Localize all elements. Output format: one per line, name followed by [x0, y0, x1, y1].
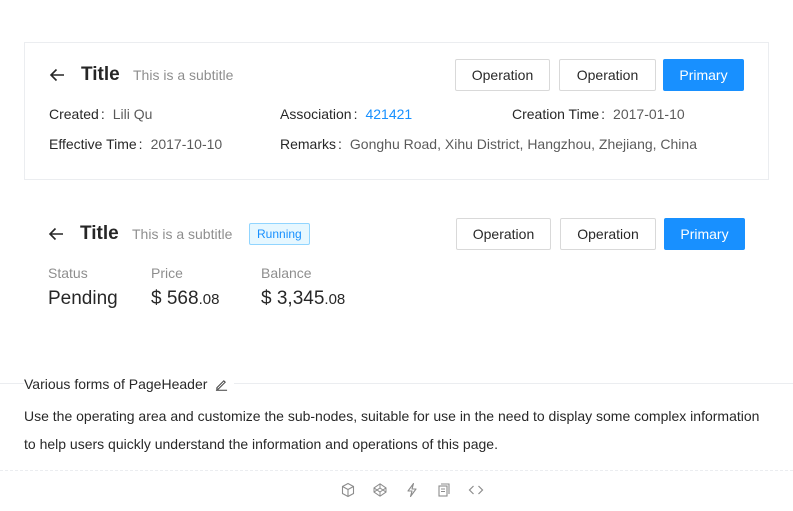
operation-button-1[interactable]: Operation [456, 218, 551, 250]
association-link[interactable]: 421421 [365, 106, 412, 122]
statistic-value: Pending [48, 288, 118, 310]
edit-icon[interactable] [215, 378, 228, 394]
description-value: Gonghu Road, Xihu District, Hangzhou, Zh… [349, 136, 697, 152]
operation-button-2[interactable]: Operation [559, 59, 656, 91]
description-creation-time: Creation Time:2017-01-10 [512, 106, 685, 122]
operation-button-1[interactable]: Operation [455, 59, 550, 91]
description-label: Effective Time [49, 136, 137, 152]
description-remarks: Remarks: Gonghu Road, Xihu District, Hang… [280, 136, 697, 152]
page-header-bordered: Title This is a subtitle Operation Opera… [24, 42, 769, 180]
dashed-divider [0, 470, 793, 471]
statistic-label: Price [151, 265, 183, 281]
description-label: Remarks [280, 136, 337, 152]
statistic-decimal: .08 [198, 291, 220, 308]
page-subtitle: This is a subtitle [132, 226, 233, 242]
page-subtitle: This is a subtitle [133, 67, 234, 83]
statistic-int: 3,345 [276, 288, 325, 309]
statistic-label: Balance [261, 265, 312, 281]
primary-button[interactable]: Primary [664, 218, 745, 250]
page-header-with-stats: Title This is a subtitle Running Operati… [24, 200, 769, 330]
description-label: Creation Time [512, 106, 600, 122]
statistic-int: 568 [166, 288, 199, 309]
description-value: 2017-10-10 [150, 136, 223, 152]
page-title: Title [81, 64, 120, 85]
codesandbox-icon[interactable] [340, 482, 356, 498]
statistic-status: Status Pending [48, 265, 118, 310]
statistic-value: $ 3,345.08 [261, 288, 345, 310]
statistic-balance: Balance $ 3,345.08 [261, 265, 345, 310]
description-label: Created [49, 106, 99, 122]
copy-icon[interactable] [436, 482, 452, 498]
description-effective-time: Effective Time:2017-10-10 [49, 136, 223, 152]
statistic-price: Price $ 568.08 [151, 265, 219, 310]
code-box-actions [340, 482, 484, 500]
back-arrow-icon[interactable] [48, 226, 66, 244]
statistic-text: Pending [48, 288, 118, 309]
description-value: 2017-01-10 [613, 106, 685, 122]
statistic-prefix: $ [261, 288, 277, 309]
statistic-prefix: $ [151, 288, 167, 309]
statistic-decimal: .08 [324, 291, 346, 308]
demo-title: Various forms of PageHeader [24, 376, 235, 394]
thunderbolt-icon[interactable] [404, 482, 420, 498]
statistic-value: $ 568.08 [151, 288, 219, 310]
demo-title-text: Various forms of PageHeader [24, 376, 208, 392]
statistic-label: Status [48, 265, 88, 281]
code-icon[interactable] [468, 482, 484, 498]
operation-button-2[interactable]: Operation [560, 218, 656, 250]
description-value: Lili Qu [112, 106, 153, 122]
description-label: Association [280, 106, 352, 122]
page-title: Title [80, 223, 119, 244]
codepen-icon[interactable] [372, 482, 388, 498]
status-tag: Running [249, 223, 310, 245]
primary-button[interactable]: Primary [663, 59, 744, 91]
description-created: Created: Lili Qu [49, 106, 153, 122]
back-arrow-icon[interactable] [49, 67, 67, 85]
demo-description: Use the operating area and customize the… [24, 408, 760, 452]
description-association: Association:421421 [280, 106, 413, 122]
